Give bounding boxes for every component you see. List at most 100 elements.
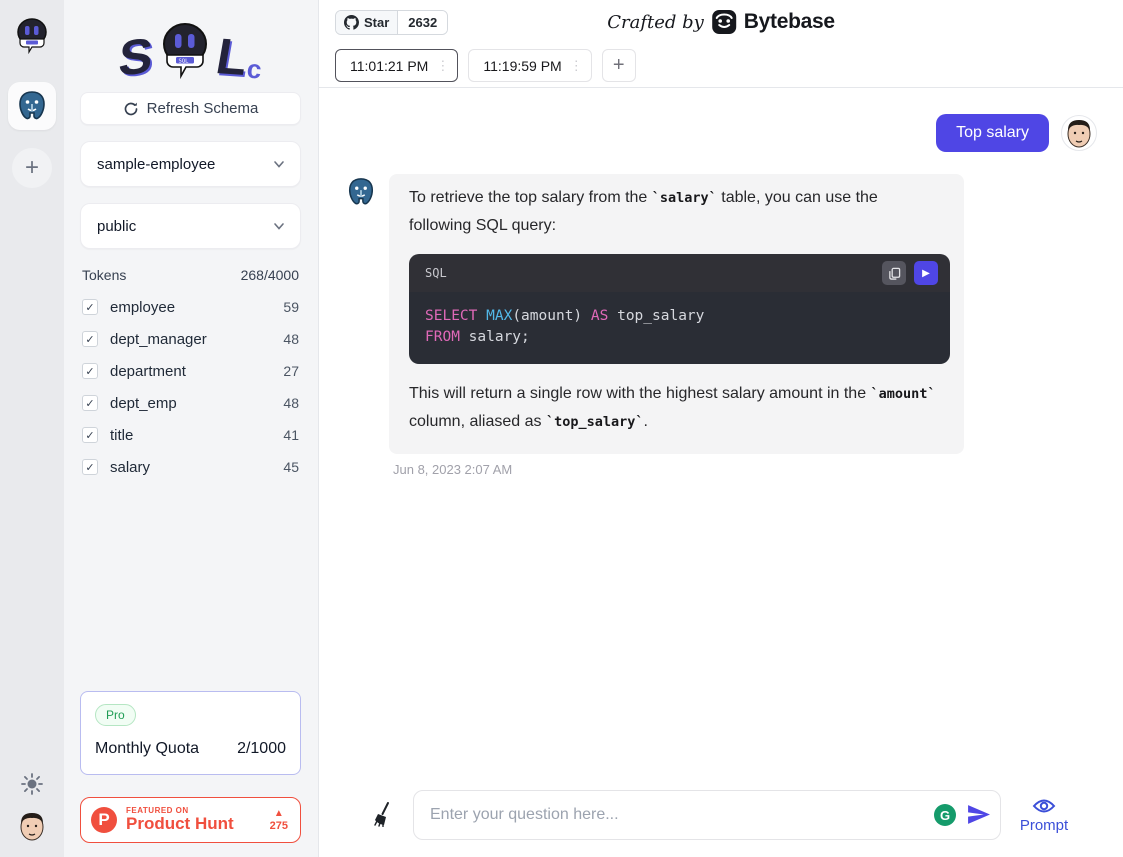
sql-keyword: SELECT (425, 308, 486, 324)
table-checkbox[interactable]: ✓ (82, 459, 98, 475)
bot-text: column, aliased as (409, 413, 546, 430)
sql-keyword: AS (591, 308, 608, 324)
send-button[interactable] (965, 802, 991, 828)
chevron-down-icon (272, 219, 286, 233)
conversation-tab-2[interactable]: 11:19:59 PM ⋮ (468, 49, 591, 82)
code-language-label: SQL (425, 259, 447, 287)
conversation-tab-1[interactable]: 11:01:21 PM ⋮ (335, 49, 458, 82)
sql-text: salary; (460, 329, 530, 345)
table-checkbox[interactable]: ✓ (82, 395, 98, 411)
schema-select-value: public (97, 218, 136, 235)
logo-letter-c: c (246, 55, 263, 82)
inline-code: `salary` (652, 190, 717, 206)
broom-icon (372, 801, 398, 827)
refresh-schema-label: Refresh Schema (147, 100, 259, 117)
table-list: ✓ employee 59 ✓ dept_manager 48 ✓ depart… (80, 291, 301, 483)
table-name: title (110, 427, 283, 444)
app-rail: + (0, 0, 64, 857)
plus-icon: + (25, 156, 39, 180)
check-icon: ✓ (85, 333, 94, 346)
svg-text:SQL: SQL (178, 59, 189, 65)
postgres-icon (15, 89, 49, 123)
play-icon: ▶ (922, 268, 930, 279)
check-icon: ✓ (85, 397, 94, 410)
check-icon: ✓ (85, 461, 94, 474)
table-row[interactable]: ✓ dept_manager 48 (80, 323, 301, 355)
check-icon: ✓ (85, 365, 94, 378)
account-avatar[interactable] (17, 809, 47, 843)
main-area: Star 2632 Crafted by Bytebase 11:01:21 P… (319, 0, 1123, 857)
table-checkbox[interactable]: ✓ (82, 363, 98, 379)
refresh-schema-button[interactable]: Refresh Schema (80, 92, 301, 125)
table-name: department (110, 363, 283, 380)
tab-label: 11:19:59 PM (483, 58, 561, 74)
user-message-row: Top salary (345, 114, 1097, 152)
table-token-count: 59 (283, 299, 299, 315)
brand-name: Bytebase (744, 10, 835, 34)
table-row[interactable]: ✓ salary 45 (80, 451, 301, 483)
copy-code-button[interactable] (882, 261, 906, 285)
quota-label: Monthly Quota (95, 740, 199, 758)
clear-conversation-button[interactable] (371, 801, 399, 829)
tab-menu-icon[interactable]: ⋮ (436, 58, 449, 74)
crafted-by-brand[interactable]: Crafted by Bytebase (607, 9, 835, 35)
check-icon: ✓ (85, 429, 94, 442)
send-icon (966, 802, 991, 827)
quota-card: Pro Monthly Quota 2/1000 (80, 691, 301, 775)
question-input-wrapper: G (413, 790, 1001, 840)
sqlchat-bot-icon[interactable] (13, 16, 51, 54)
table-row[interactable]: ✓ title 41 (80, 419, 301, 451)
table-name: dept_manager (110, 331, 283, 348)
bot-text: To retrieve the top salary from the (409, 189, 652, 206)
product-hunt-letter: P (98, 810, 109, 830)
sqlchat-logo: S SQL L c (80, 8, 301, 82)
table-row[interactable]: ✓ dept_emp 48 (80, 387, 301, 419)
chat-spacer (345, 477, 1097, 790)
main-header: Star 2632 Crafted by Bytebase (319, 0, 1123, 44)
run-query-button[interactable]: ▶ (914, 261, 938, 285)
composer: G Prompt (345, 790, 1097, 857)
tab-menu-icon[interactable]: ⋮ (570, 58, 583, 74)
bytebase-logo-icon (711, 9, 737, 35)
chat-area: Top salary To retrieve the t (319, 88, 1123, 857)
table-row[interactable]: ✓ employee 59 (80, 291, 301, 323)
bot-message-bubble: To retrieve the top salary from the `sal… (389, 174, 964, 454)
sql-text: top_salary (608, 308, 704, 324)
github-star-button[interactable]: Star 2632 (335, 10, 448, 35)
database-select[interactable]: sample-employee (80, 141, 301, 187)
inline-code: `amount` (871, 386, 936, 402)
upvote-icon: ▲ (270, 809, 288, 819)
theme-toggle-sun-icon[interactable] (21, 773, 43, 795)
product-hunt-name: Product Hunt (126, 815, 261, 833)
grammarly-icon[interactable]: G (934, 804, 956, 826)
sidebar-spacer (80, 483, 301, 691)
product-hunt-badge[interactable]: P FEATURED ON Product Hunt ▲ 275 (80, 797, 301, 843)
star-count: 2632 (398, 11, 447, 34)
code-block-body: SELECT MAX(amount) AS top_salaryFROM sal… (409, 292, 950, 364)
database-select-value: sample-employee (97, 156, 215, 173)
table-name: dept_emp (110, 395, 283, 412)
add-connection-button[interactable]: + (12, 148, 52, 188)
table-row[interactable]: ✓ department 27 (80, 355, 301, 387)
connection-postgres[interactable] (8, 82, 56, 130)
prompt-button[interactable]: Prompt (1015, 797, 1073, 834)
github-icon (344, 15, 359, 30)
schema-select[interactable]: public (80, 203, 301, 249)
upvote-count: 275 (270, 821, 288, 832)
question-input[interactable] (413, 790, 1001, 840)
logo-letter-s: S (117, 30, 154, 83)
sql-keyword: FROM (425, 329, 460, 345)
sql-text: (amount) (512, 308, 591, 324)
sql-code-block: SQL ▶ SELECT MA (409, 254, 950, 364)
table-checkbox[interactable]: ✓ (82, 299, 98, 315)
bot-postgres-avatar (345, 176, 377, 208)
eye-icon (1032, 797, 1056, 815)
product-hunt-logo: P (91, 807, 117, 833)
table-checkbox[interactable]: ✓ (82, 331, 98, 347)
table-token-count: 41 (283, 427, 299, 443)
grammarly-letter: G (940, 808, 950, 823)
bot-text: . (644, 413, 648, 430)
new-conversation-button[interactable]: + (602, 49, 636, 82)
table-checkbox[interactable]: ✓ (82, 427, 98, 443)
tab-label: 11:01:21 PM (350, 58, 428, 74)
